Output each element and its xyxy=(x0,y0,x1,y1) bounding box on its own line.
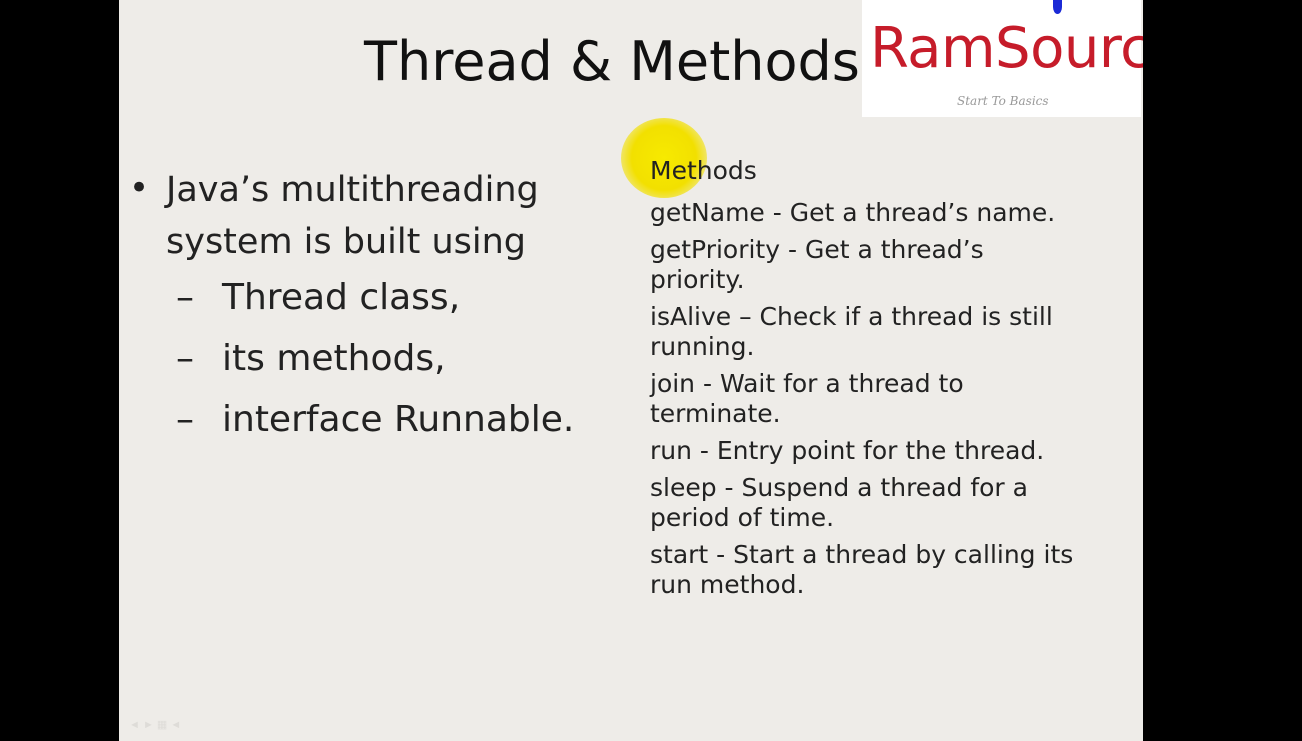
sub-item: – Thread class, xyxy=(176,277,460,318)
slide-title: Thread & Methods xyxy=(364,30,860,93)
logo-name: RamSource xyxy=(870,16,1143,81)
slide-nav-controls[interactable]: ◄ ► ▦ ◄ xyxy=(129,718,181,731)
method-item: getPriority - Get a thread’s priority. xyxy=(650,235,984,294)
methods-list: Methods getName - Get a thread’s name. g… xyxy=(650,152,1080,607)
method-item: isAlive – Check if a thread is still run… xyxy=(650,302,1053,361)
bullet-text: Java’s multithreading system is built us… xyxy=(166,170,539,262)
slide: Thread & Methods RamSource Start To Basi… xyxy=(119,0,1143,741)
logo-tagline: Start To Basics xyxy=(957,94,1049,108)
method-item: sleep - Suspend a thread for a period of… xyxy=(650,473,1028,532)
sub-item: – its methods, xyxy=(176,338,446,379)
methods-heading: Methods xyxy=(650,156,757,185)
dash: – xyxy=(176,277,194,318)
logo-drop-icon xyxy=(1053,0,1062,14)
sub-item: – interface Runnable. xyxy=(176,399,574,440)
method-item: getName - Get a thread’s name. xyxy=(650,198,1056,227)
bullet-dot-icon: • xyxy=(129,168,150,208)
logo: RamSource Start To Basics xyxy=(862,0,1143,117)
dash: – xyxy=(176,338,194,379)
sub-item-text: its methods, xyxy=(222,338,446,379)
method-item: start - Start a thread by calling its ru… xyxy=(650,540,1074,599)
sub-item-text: Thread class, xyxy=(222,277,461,318)
method-item: run - Entry point for the thread. xyxy=(650,436,1045,465)
method-item: join - Wait for a thread to terminate. xyxy=(650,369,964,428)
dash: – xyxy=(176,399,194,440)
sub-item-text: interface Runnable. xyxy=(222,399,575,440)
